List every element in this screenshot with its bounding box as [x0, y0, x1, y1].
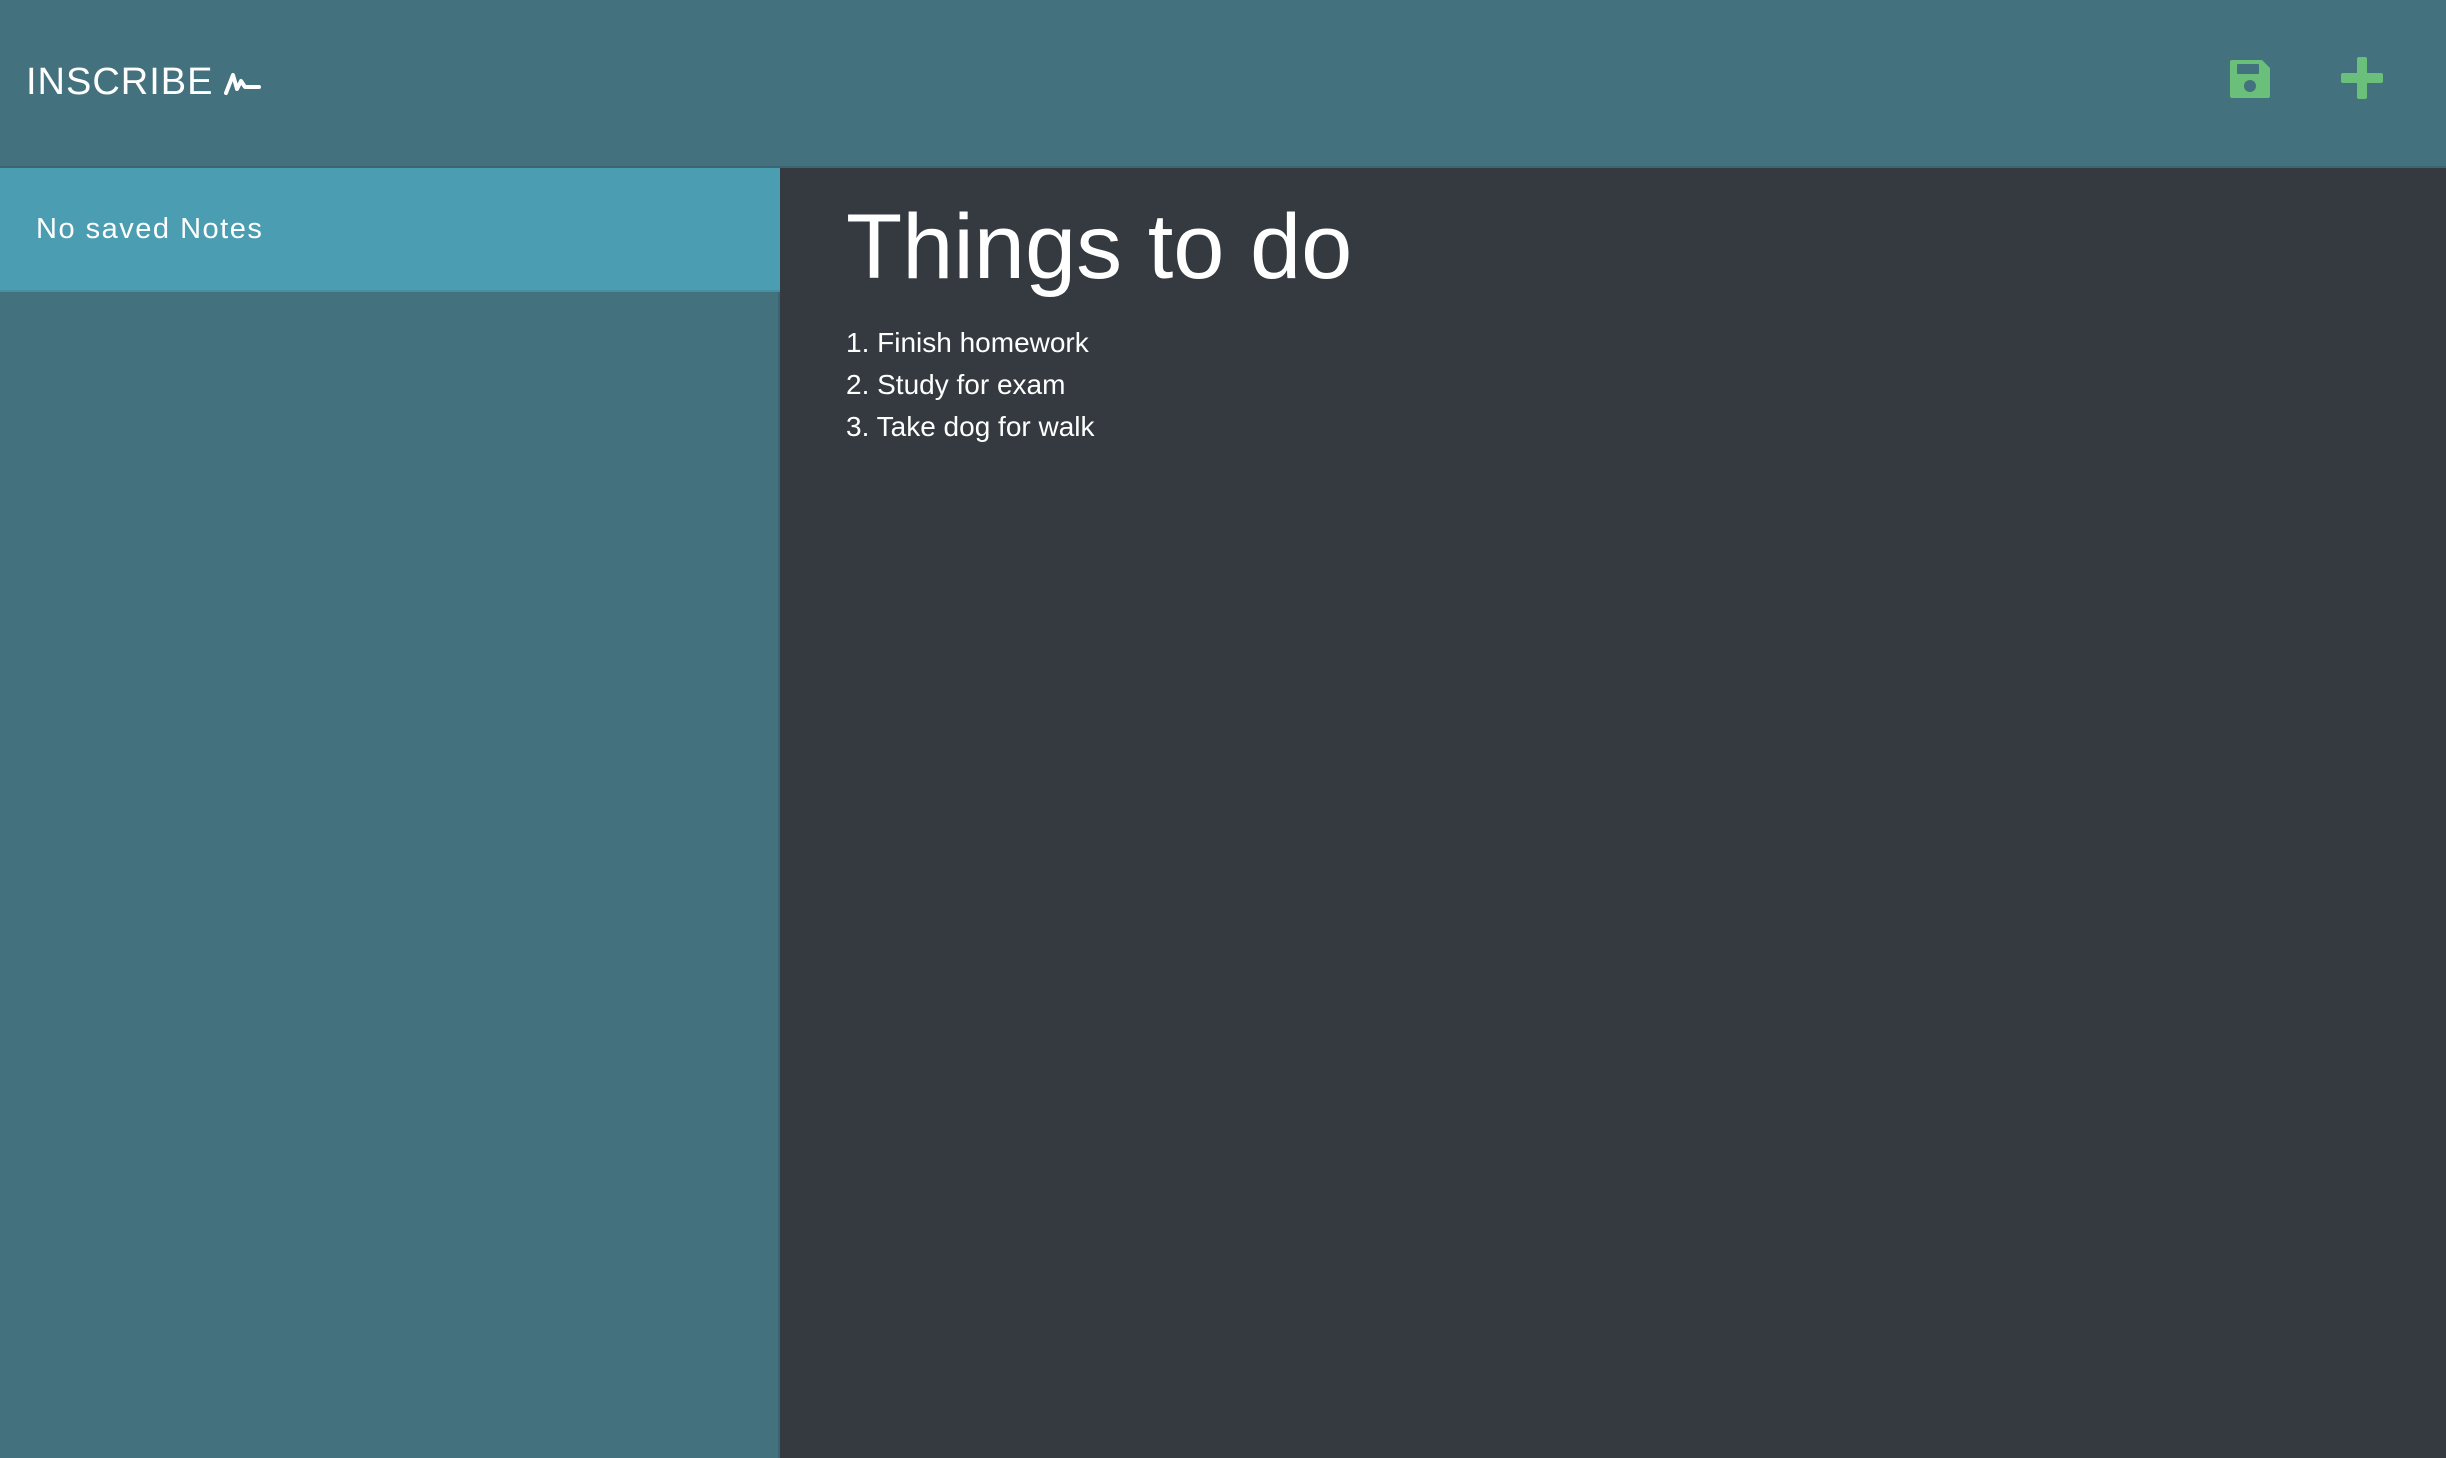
empty-notes-label: No saved Notes [36, 212, 264, 245]
note-line: 1. Finish homework [846, 327, 1089, 358]
app-brand[interactable]: INSCRIBE [26, 58, 263, 106]
note-editor: Things to do 1. Finish homework 2. Study… [782, 168, 2446, 1458]
plus-icon [2339, 55, 2385, 106]
floppy-disk-icon [2226, 54, 2274, 107]
save-note-button[interactable] [2222, 52, 2278, 108]
signature-icon [223, 66, 263, 98]
new-note-button[interactable] [2334, 52, 2390, 108]
empty-notes-message: No saved Notes [0, 168, 780, 292]
note-line: 3. Take dog for walk [846, 411, 1095, 442]
app-title: INSCRIBE [26, 60, 214, 103]
navbar: INSCRIBE [0, 0, 2446, 168]
note-title-input[interactable]: Things to do [846, 192, 2406, 302]
notes-sidebar: No saved Notes [0, 168, 780, 1458]
note-line: 2. Study for exam [846, 369, 1066, 400]
note-text-area[interactable]: 1. Finish homework 2. Study for exam 3. … [846, 322, 2406, 1422]
